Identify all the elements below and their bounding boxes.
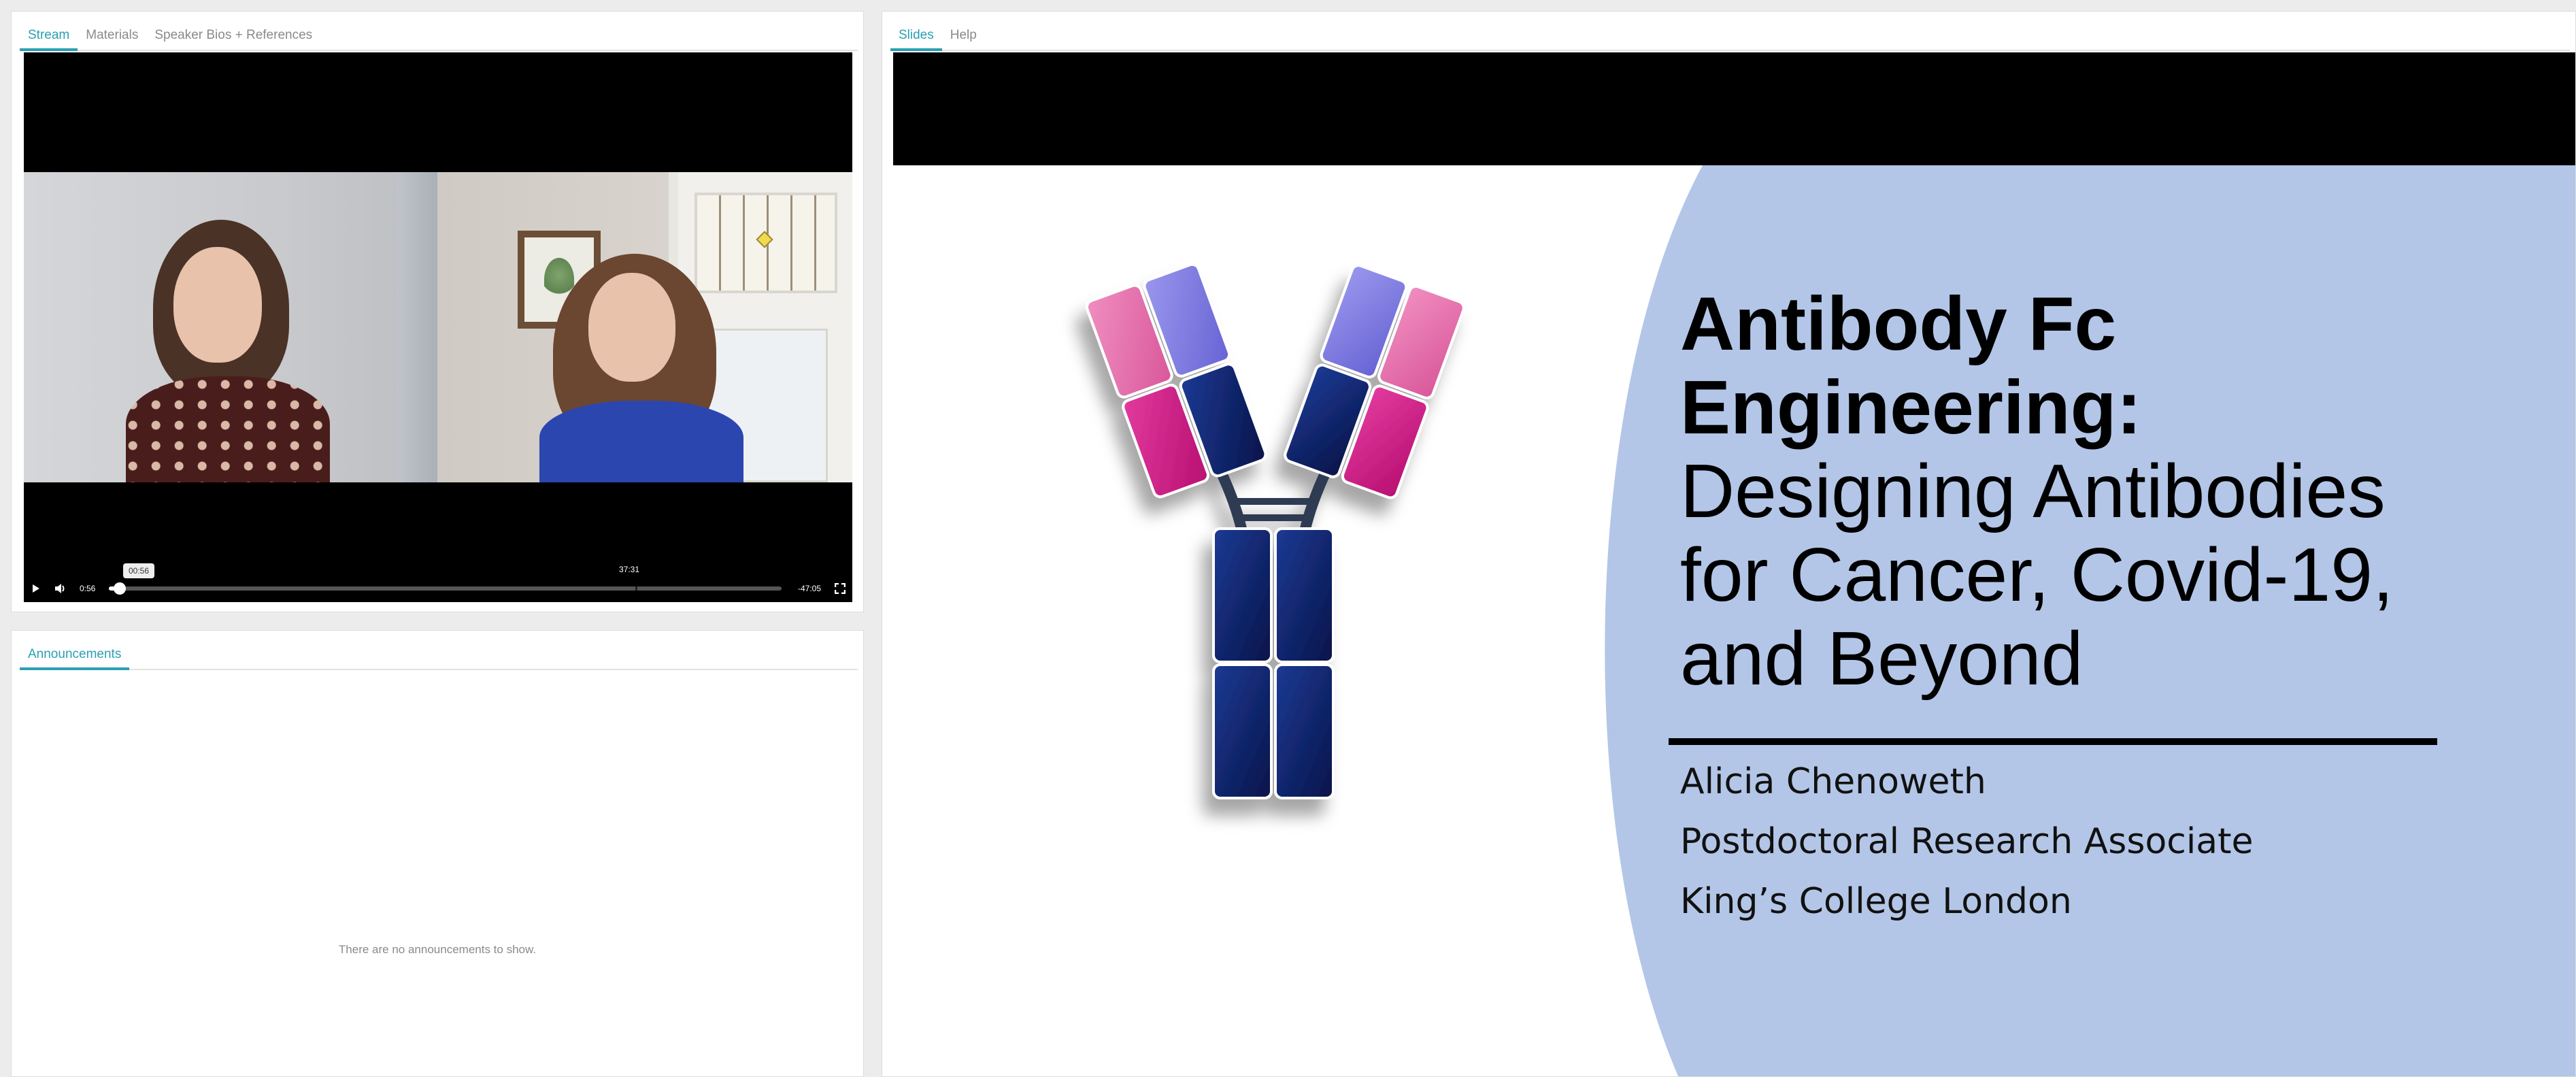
progress-bar[interactable]: [109, 582, 782, 595]
stream-tabs: Stream Materials Speaker Bios + Referenc…: [20, 17, 858, 51]
stream-panel: Stream Materials Speaker Bios + Referenc…: [11, 11, 864, 612]
antibody-icon: [1085, 263, 1465, 799]
tab-help[interactable]: Help: [942, 28, 985, 50]
tab-slides[interactable]: Slides: [890, 28, 942, 51]
camera-feed-left: [24, 172, 437, 482]
slide-title-line-3: Designing Antibodies: [1680, 449, 2386, 533]
no-announcements-message: There are no announcements to show.: [338, 943, 537, 956]
tab-speaker-bios-references[interactable]: Speaker Bios + References: [146, 28, 320, 50]
elapsed-time: 0:56: [80, 584, 96, 593]
slide-title-bold-line-2: Engineering:: [1680, 365, 2142, 450]
chapter-time-label: 37:31: [619, 565, 640, 574]
speaker-affiliation: King’s College London: [1680, 881, 2072, 922]
volume-icon: [55, 584, 65, 593]
slide-black-bar: [893, 52, 2575, 165]
video-controls: 0:56 -47:05: [24, 575, 852, 602]
play-icon: [33, 584, 39, 593]
progress-handle[interactable]: [114, 582, 127, 595]
video-player[interactable]: 00:56 37:31 0:56 -47:05: [24, 52, 852, 602]
tab-stream[interactable]: Stream: [20, 28, 78, 51]
volume-button[interactable]: [48, 575, 73, 602]
speaker-role: Postdoctoral Research Associate: [1680, 821, 2254, 862]
slide-title-line-5: and Beyond: [1680, 616, 2084, 701]
tab-materials[interactable]: Materials: [78, 28, 146, 50]
slide-title: Antibody Fc Engineering: Designing Antib…: [1680, 282, 2428, 701]
video-frame: [24, 172, 852, 482]
fullscreen-icon: [835, 583, 846, 594]
slide-title-bold-line-1: Antibody Fc: [1680, 282, 2117, 366]
announcements-tabs: Announcements: [20, 636, 858, 670]
remaining-time: -47:05: [797, 584, 821, 593]
slides-panel: Slides Help Antibody Fc Engineering: Des…: [882, 11, 2576, 1077]
slides-tabs: Slides Help: [890, 17, 2570, 51]
tab-announcements[interactable]: Announcements: [20, 647, 130, 670]
slide-title-line-4: for Cancer, Covid-19,: [1680, 533, 2394, 617]
slide-divider: [1669, 738, 2437, 745]
play-button[interactable]: [24, 575, 48, 602]
announcements-panel: Announcements There are no announcements…: [11, 630, 864, 1077]
speaker-name: Alicia Chenoweth: [1680, 761, 1986, 802]
camera-feed-right: [437, 172, 852, 482]
chapter-marker: [635, 586, 638, 591]
fullscreen-button[interactable]: [828, 575, 852, 602]
presentation-slide: Antibody Fc Engineering: Designing Antib…: [893, 52, 2575, 1076]
